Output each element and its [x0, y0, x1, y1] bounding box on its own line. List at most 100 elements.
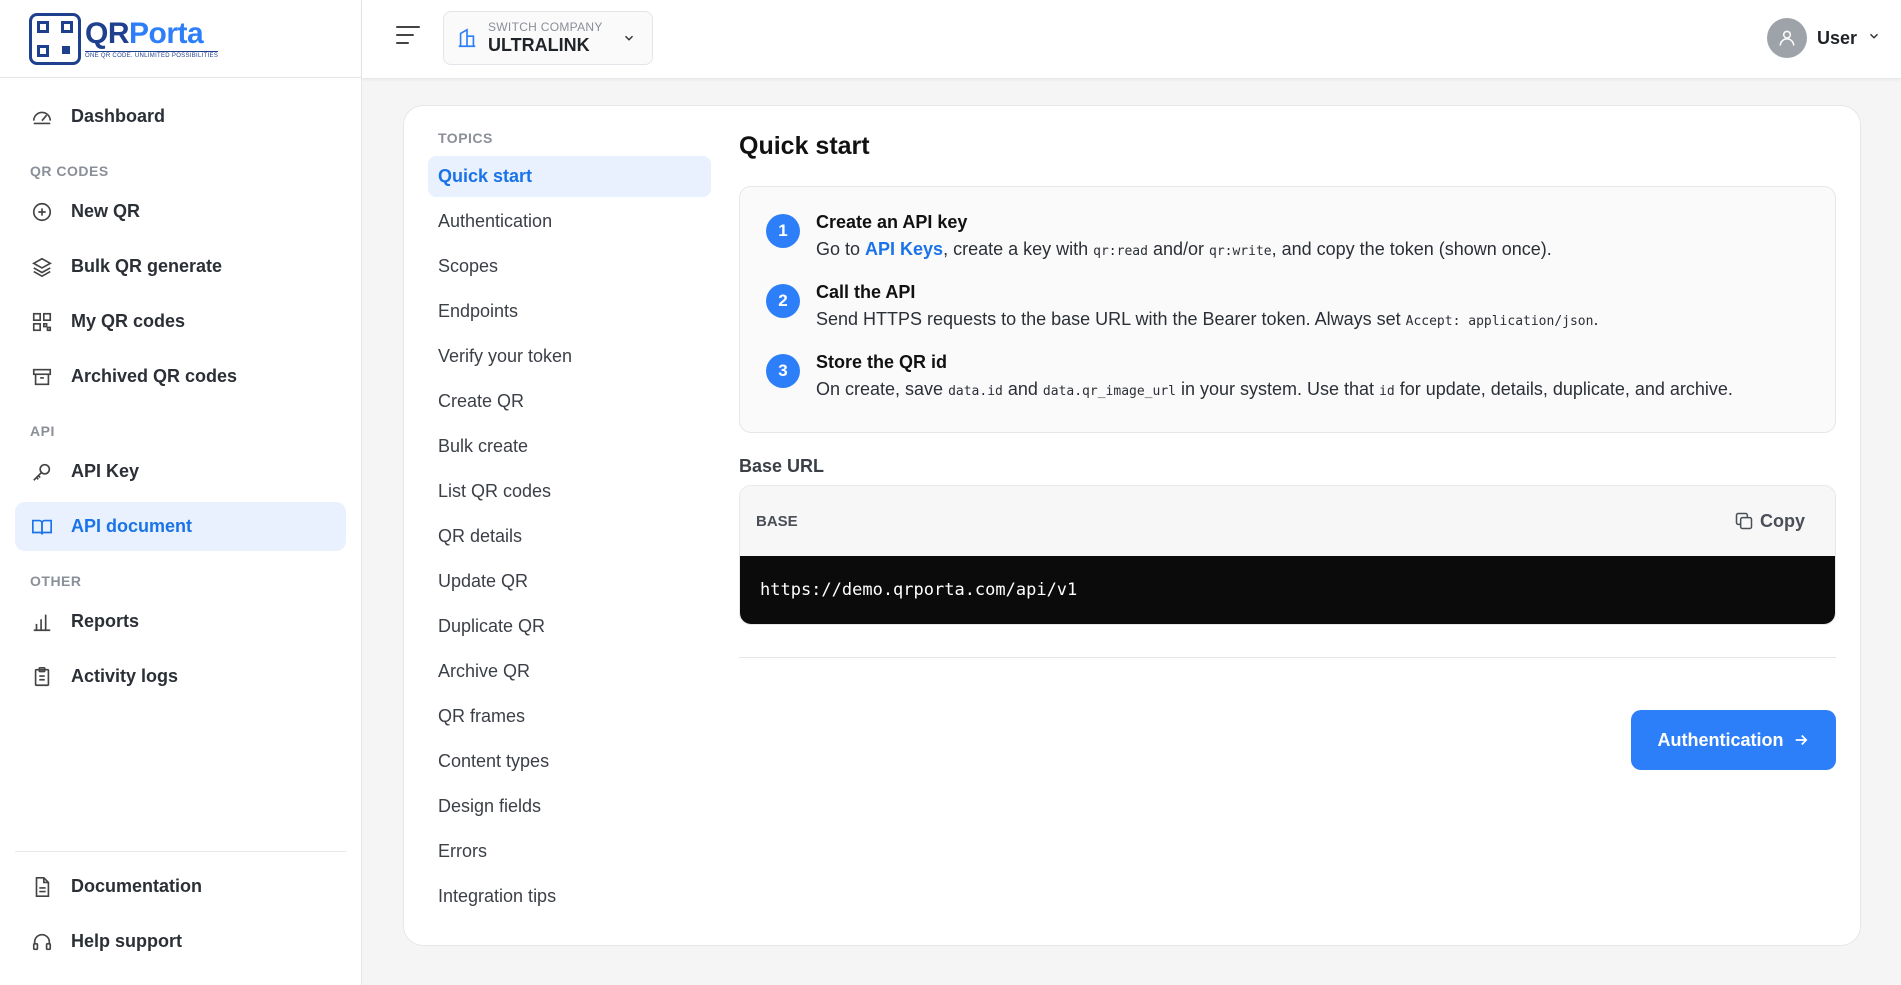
key-icon [30, 460, 54, 484]
base-url-codebox: BASE Copy https://demo.qrporta.com/api/v… [739, 485, 1836, 625]
sidebar-item-dashboard[interactable]: Dashboard [15, 92, 346, 141]
qr-logo-icon [29, 12, 81, 65]
plus-circle-icon [30, 200, 54, 224]
sidebar-item-label: My QR codes [71, 311, 186, 331]
topic-authentication[interactable]: Authentication [428, 201, 711, 242]
step-item: 2 Call the API Send HTTPS requests to th… [766, 282, 1809, 330]
topic-qr-details[interactable]: QR details [428, 516, 711, 557]
sidebar-item-my-qr[interactable]: My QR codes [15, 297, 346, 346]
topics-nav: TOPICS Quick start Authentication Scopes… [428, 130, 711, 921]
copy-icon [1735, 512, 1753, 530]
sidebar-item-label: New QR [71, 201, 141, 221]
topic-archive-qr[interactable]: Archive QR [428, 651, 711, 692]
chevron-down-icon [1867, 29, 1881, 48]
copy-label: Copy [1760, 510, 1805, 531]
step-number: 2 [766, 284, 800, 318]
base-url-code[interactable]: https://demo.qrporta.com/api/v1 [740, 556, 1835, 624]
chevron-down-icon [622, 31, 636, 50]
sidebar-item-bulk-qr[interactable]: Bulk QR generate [15, 242, 346, 291]
book-open-icon [30, 515, 54, 539]
step-description: Go to API Keys, create a key with qr:rea… [816, 239, 1552, 259]
step-description: On create, save data.id and data.qr_imag… [816, 379, 1733, 399]
topics-heading: TOPICS [438, 130, 493, 146]
docs-content: Quick start 1 Create an API key Go to AP… [739, 132, 1836, 770]
brand-name-b: Porta [129, 16, 204, 50]
step-title: Store the QR id [816, 352, 948, 372]
sidebar-item-label: API Key [71, 461, 140, 481]
sidebar-item-help-support[interactable]: Help support [15, 917, 346, 966]
code-tag: BASE [756, 512, 798, 530]
sidebar-item-label: Dashboard [71, 106, 166, 126]
sidebar-bottom-nav: Documentation Help support [15, 851, 346, 972]
topic-design-fields[interactable]: Design fields [428, 786, 711, 827]
sidebar-item-archived-qr[interactable]: Archived QR codes [15, 352, 346, 401]
avatar [1766, 18, 1807, 58]
user-name: User [1816, 27, 1857, 48]
topic-quick-start[interactable]: Quick start [428, 156, 711, 197]
step-number: 1 [766, 214, 800, 248]
topic-duplicate-qr[interactable]: Duplicate QR [428, 606, 711, 647]
arrow-right-icon [1795, 734, 1807, 746]
sidebar-item-label: Help support [71, 931, 182, 951]
step-item: 3 Store the QR id On create, save data.i… [766, 352, 1809, 400]
gauge-icon [30, 105, 54, 129]
brand-name-a: QR [85, 16, 130, 50]
step-title: Create an API key [816, 212, 968, 232]
topic-endpoints[interactable]: Endpoints [428, 291, 711, 332]
copy-button[interactable]: Copy [1734, 511, 1805, 532]
sidebar-item-activity-logs[interactable]: Activity logs [15, 652, 346, 701]
company-switcher[interactable]: SWITCH COMPANY ULTRALINK [443, 11, 653, 65]
topic-list-qr[interactable]: List QR codes [428, 471, 711, 512]
layers-icon [30, 255, 54, 279]
archive-icon [30, 365, 54, 389]
bar-chart-icon [30, 610, 54, 634]
page-title: Quick start [739, 132, 870, 160]
step-title: Call the API [816, 282, 916, 302]
sidebar-item-reports[interactable]: Reports [15, 597, 346, 646]
sidebar-item-label: API document [71, 516, 193, 536]
sidebar-item-label: Reports [71, 611, 140, 631]
company-name: ULTRALINK [488, 35, 590, 55]
brand-tagline: ONE QR CODE. UNLIMITED POSSIBILITIES [85, 50, 219, 59]
divider [739, 657, 1836, 658]
api-docs-card: TOPICS Quick start Authentication Scopes… [403, 105, 1861, 946]
building-icon [456, 27, 478, 49]
qr-grid-icon [30, 310, 54, 334]
topic-integration-tips[interactable]: Integration tips [428, 876, 711, 917]
topic-errors[interactable]: Errors [428, 831, 711, 872]
sidebar-item-documentation[interactable]: Documentation [15, 862, 346, 911]
topic-create-qr[interactable]: Create QR [428, 381, 711, 422]
logo[interactable]: QRPorta ONE QR CODE. UNLIMITED POSSIBILI… [0, 0, 361, 78]
sidebar-item-api-document[interactable]: API document [15, 502, 346, 551]
topic-content-types[interactable]: Content types [428, 741, 711, 782]
next-button-label: Authentication [1657, 729, 1784, 750]
clipboard-icon [30, 665, 54, 689]
nav-section-api: API [30, 423, 55, 439]
nav-section-qr: QR CODES [30, 163, 109, 179]
steps-panel: 1 Create an API key Go to API Keys, crea… [739, 186, 1836, 433]
company-switcher-label: SWITCH COMPANY [488, 20, 603, 34]
step-description: Send HTTPS requests to the base URL with… [816, 309, 1599, 329]
api-keys-link[interactable]: API Keys [865, 239, 943, 259]
base-url-label: Base URL [739, 456, 825, 476]
step-number: 3 [766, 354, 800, 388]
next-authentication-button[interactable]: Authentication [1631, 710, 1836, 770]
sidebar-item-label: Bulk QR generate [71, 256, 223, 276]
sidebar-item-label: Activity logs [71, 666, 179, 686]
sidebar-item-label: Documentation [71, 876, 203, 896]
step-item: 1 Create an API key Go to API Keys, crea… [766, 212, 1809, 260]
topic-bulk-create[interactable]: Bulk create [428, 426, 711, 467]
top-header: SWITCH COMPANY ULTRALINK User [362, 0, 1901, 79]
menu-toggle-icon[interactable] [396, 26, 420, 48]
topic-qr-frames[interactable]: QR frames [428, 696, 711, 737]
sidebar: QRPorta ONE QR CODE. UNLIMITED POSSIBILI… [0, 0, 362, 985]
sidebar-nav: Dashboard QR CODES New QR Bulk QR genera… [0, 78, 361, 701]
file-text-icon [30, 875, 54, 899]
topic-verify-token[interactable]: Verify your token [428, 336, 711, 377]
sidebar-item-api-key[interactable]: API Key [15, 447, 346, 496]
sidebar-item-new-qr[interactable]: New QR [15, 187, 346, 236]
topic-scopes[interactable]: Scopes [428, 246, 711, 287]
nav-section-other: OTHER [30, 573, 82, 589]
user-menu[interactable]: User [1766, 18, 1881, 58]
topic-update-qr[interactable]: Update QR [428, 561, 711, 602]
